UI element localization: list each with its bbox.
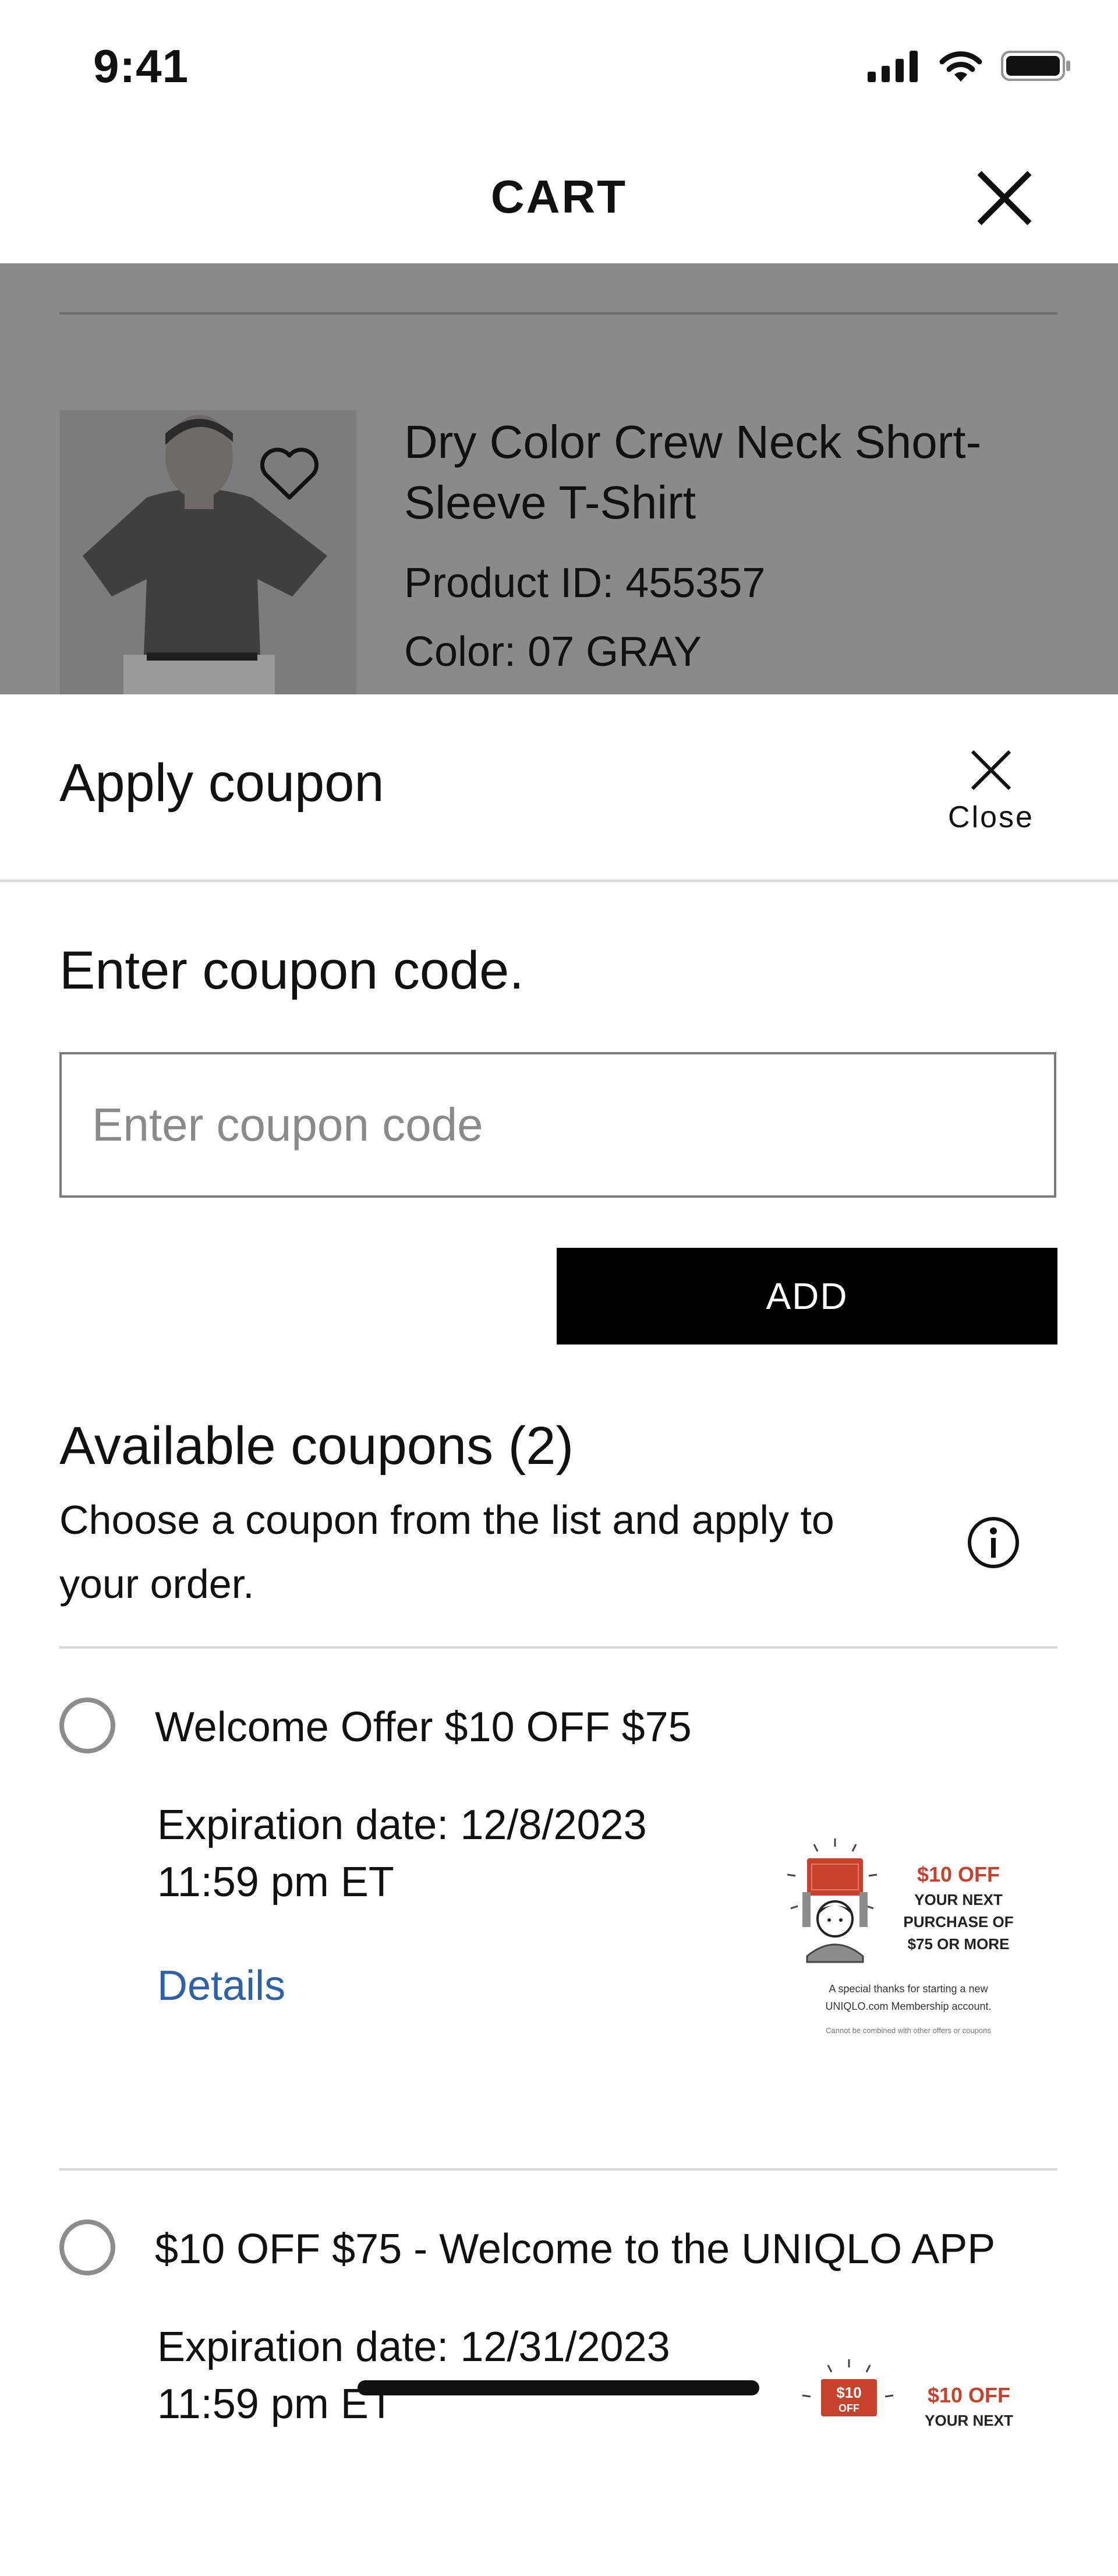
status-bar: 9:41 (0, 0, 1118, 134)
heart-icon[interactable] (257, 445, 321, 503)
coupon-graphic-line1: YOUR NEXT (925, 2412, 1013, 2429)
coupon-graphic-badge-amount: $10 (836, 2384, 861, 2401)
cart-header: CART (0, 134, 1118, 263)
close-icon (971, 750, 1011, 791)
coupon-graphic: $10 OFF YOUR NEXT PURCHASE OF $75 OR MOR… (787, 1839, 1014, 2035)
coupon-expiration: Expiration date: 12/31/2023 11:59 pm ET (157, 2319, 740, 2433)
product-color: Color: 07 GRAY (404, 629, 702, 675)
coupon-graphic-amount: $10 OFF (917, 1862, 1000, 1886)
coupon-graphic-note2: UNIQLO.com Membership account. (825, 2000, 991, 2012)
available-coupons-heading: Available coupons (2) (59, 1416, 574, 1476)
battery-icon (1001, 51, 1070, 81)
coupon-graphic-line1: YOUR NEXT (914, 1891, 1003, 1908)
coupon-graphic: $10 OFF $10 OFF YOUR NEXT (802, 2359, 1013, 2429)
close-button[interactable]: Close (939, 747, 1043, 835)
expiration-time: 11:59 pm ET (157, 1859, 394, 1905)
coupon-graphic-badge-off: OFF (838, 2402, 859, 2414)
cart-overlay: Dry Color Crew Neck Short-Sleeve T-Shirt… (0, 263, 1118, 694)
status-icons (868, 49, 1073, 83)
coupon-graphic-fine: Cannot be combined with other offers or … (826, 2026, 991, 2035)
add-coupon-button[interactable]: ADD (557, 1248, 1057, 1345)
apply-coupon-sheet: Apply coupon Close Enter coupon code. AD… (0, 694, 1118, 2429)
enter-coupon-heading: Enter coupon code. (59, 941, 524, 1000)
product-image[interactable] (59, 410, 356, 694)
divider (59, 2168, 1057, 2171)
coupon-radio[interactable] (59, 1698, 115, 1753)
coupon-radio[interactable] (59, 2219, 115, 2275)
available-coupons-description: Choose a coupon from the list and apply … (59, 1497, 834, 1607)
divider (59, 1646, 1057, 1649)
coupon-graphic-line2: PURCHASE OF (903, 1913, 1013, 1931)
coupon-expiration: Expiration date: 12/8/2023 11:59 pm ET (157, 1797, 740, 1911)
page-title: CART (490, 171, 628, 223)
divider (59, 312, 1057, 315)
divider (0, 880, 1118, 882)
close-label: Close (948, 800, 1034, 834)
coupon-name: Welcome Offer $10 OFF $75 (155, 1704, 692, 1751)
home-indicator (358, 2380, 759, 2395)
coupon-details-link[interactable]: Details (157, 1962, 285, 2010)
product-name: Dry Color Crew Neck Short-Sleeve T-Shirt (404, 416, 982, 528)
coupon-graphic-note1: A special thanks for starting a new (829, 1983, 988, 1995)
sheet-title: Apply coupon (59, 753, 384, 813)
status-time: 9:41 (93, 40, 189, 92)
info-icon[interactable] (967, 1516, 1020, 1569)
coupon-name: $10 OFF $75 - Welcome to the UNIQLO APP (155, 2226, 996, 2272)
coupon-graphic-line3: $75 OR MORE (908, 1935, 1010, 1953)
wifi-icon (939, 51, 982, 82)
coupon-code-input[interactable] (59, 1052, 1056, 1198)
product-id: Product ID: 455357 (404, 560, 766, 606)
expiration-date: Expiration date: 12/31/2023 (157, 2324, 670, 2370)
close-icon[interactable] (972, 166, 1036, 230)
expiration-date: Expiration date: 12/8/2023 (157, 1802, 647, 1848)
coupon-graphic-amount: $10 OFF (928, 2383, 1010, 2407)
cellular-signal-icon (868, 51, 918, 82)
